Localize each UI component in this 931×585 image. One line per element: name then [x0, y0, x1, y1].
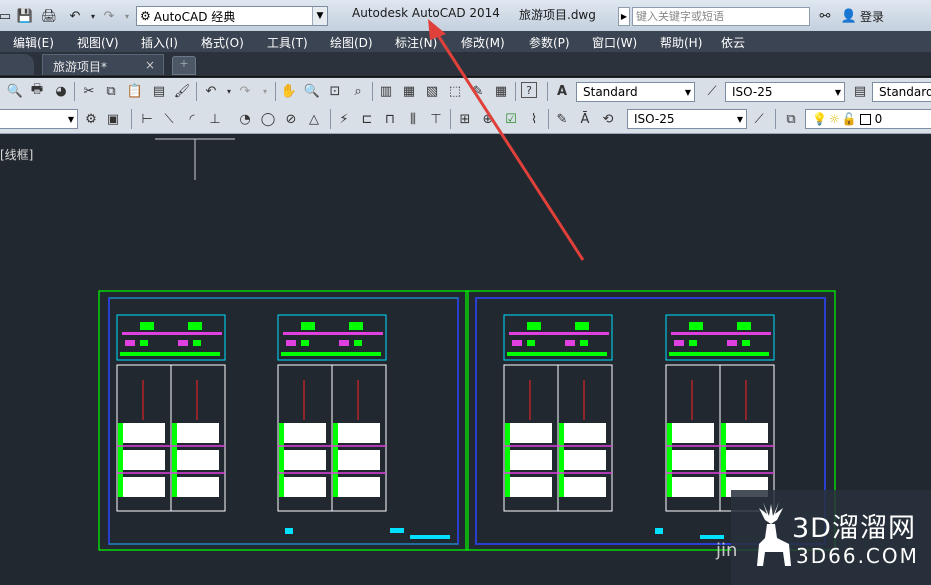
cabinet-group-d: [665, 314, 775, 512]
watermark-brand-cn: 3D溜溜网: [792, 513, 916, 544]
watermark-partial-text: jin: [716, 540, 738, 561]
watermark-brand-en: 3D66.COM: [796, 544, 919, 568]
cabinet-group-b: [277, 314, 387, 512]
arrow-head: [428, 19, 446, 40]
drawing-sheet-1[interactable]: [98, 290, 469, 551]
annotation-arrow: [430, 25, 585, 261]
cabinet-group-a: [116, 314, 226, 512]
cabinet-group-c: [503, 314, 613, 512]
